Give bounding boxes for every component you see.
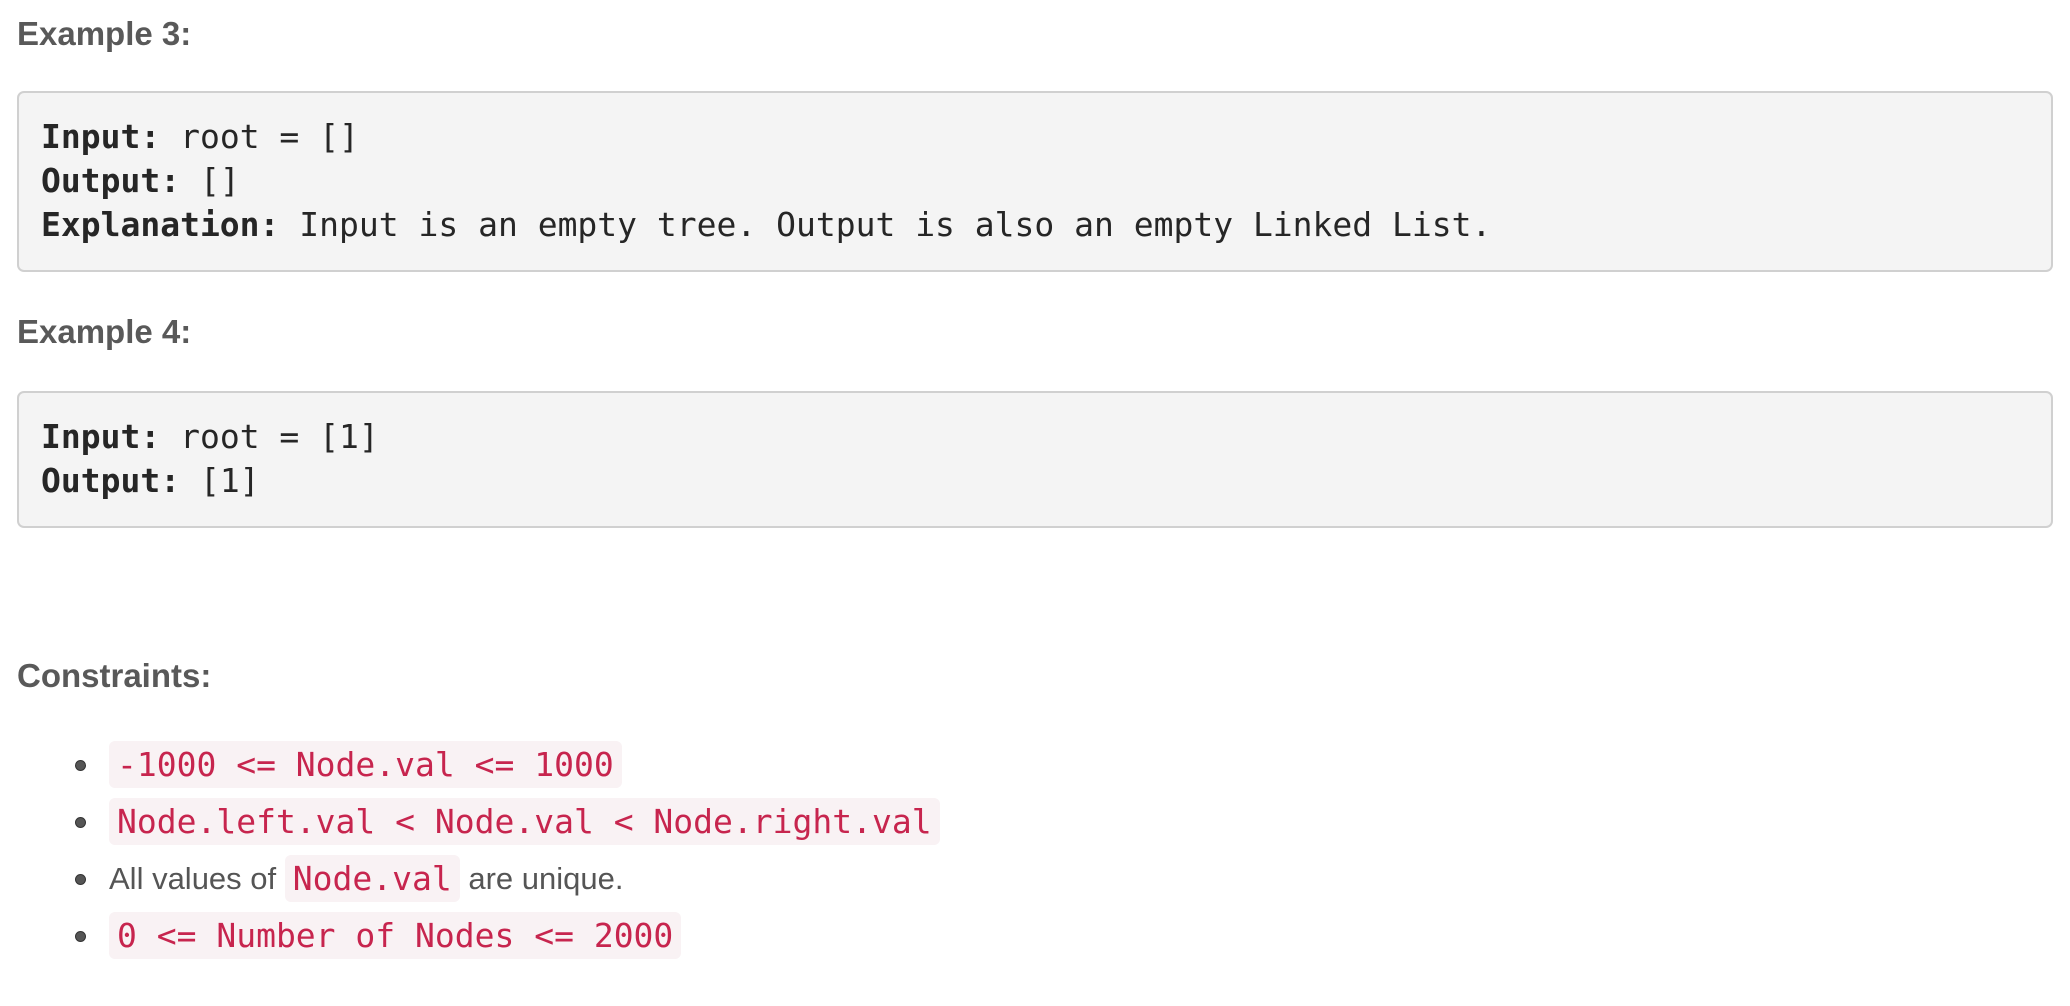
input-value: root = [] xyxy=(160,117,359,156)
example-3-heading: Example 3: xyxy=(17,15,192,52)
input-label: Input: xyxy=(41,117,161,156)
output-value: [] xyxy=(180,161,240,200)
bullet-icon xyxy=(75,873,86,885)
bullet-icon xyxy=(75,816,86,828)
inline-code: Node.val xyxy=(284,855,460,902)
bullet-icon xyxy=(75,759,86,771)
input-label: Input: xyxy=(41,417,161,456)
example-4-heading: Example 4: xyxy=(17,313,192,350)
list-item-text: All values of xyxy=(109,860,285,896)
example-3-explanation-line: Explanation: Input is an empty tree. Out… xyxy=(41,203,2029,247)
list-item: 0 <= Number of Nodes <= 2000 xyxy=(17,907,940,964)
example-3-output-line: Output: [] xyxy=(41,159,2029,203)
explanation-value: Input is an empty tree. Output is also a… xyxy=(279,205,1492,244)
inline-code: -1000 <= Node.val <= 1000 xyxy=(109,741,622,788)
example-4-input-line: Input: root = [1] xyxy=(41,415,2029,459)
list-item: Node.left.val < Node.val < Node.right.va… xyxy=(17,793,940,850)
input-value: root = [1] xyxy=(160,417,379,456)
output-value: [1] xyxy=(180,461,260,500)
example-3-input-line: Input: root = [] xyxy=(41,115,2029,159)
inline-code: 0 <= Number of Nodes <= 2000 xyxy=(109,912,682,959)
list-item-text: are unique. xyxy=(459,860,624,896)
output-label: Output: xyxy=(41,161,181,200)
constraints-list: -1000 <= Node.val <= 1000 Node.left.val … xyxy=(17,736,940,964)
constraints-heading: Constraints: xyxy=(17,657,212,694)
example-4-output-line: Output: [1] xyxy=(41,459,2029,503)
inline-code: Node.left.val < Node.val < Node.right.va… xyxy=(109,798,940,845)
bullet-icon xyxy=(75,930,86,942)
example-3-code-block: Input: root = [] Output: [] Explanation:… xyxy=(17,91,2053,272)
example-4-code-block: Input: root = [1] Output: [1] xyxy=(17,391,2053,528)
output-label: Output: xyxy=(41,461,181,500)
list-item: All values of Node.val are unique. xyxy=(17,850,940,907)
list-item: -1000 <= Node.val <= 1000 xyxy=(17,736,940,793)
explanation-label: Explanation: xyxy=(41,205,280,244)
